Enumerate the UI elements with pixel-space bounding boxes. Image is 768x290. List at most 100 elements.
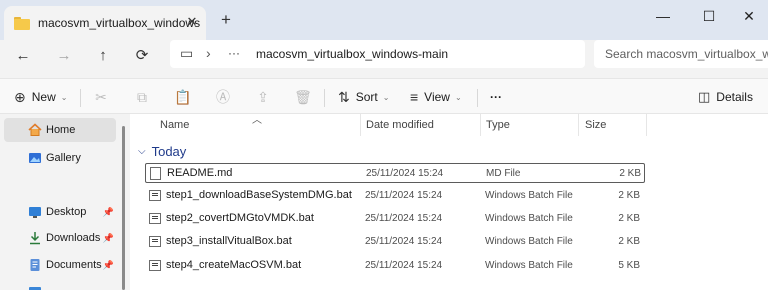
file-date: 25/11/2024 15:24 <box>366 168 444 179</box>
details-button-label: Details <box>716 90 753 104</box>
file-size: 2 KB <box>618 213 640 224</box>
share-icon[interactable]: ⇪ <box>254 88 272 106</box>
sidebar-scrollbar[interactable] <box>122 126 125 290</box>
view-list-icon: ≡ <box>410 89 419 105</box>
gallery-icon <box>29 153 41 163</box>
sidebar-item-pictures-partial[interactable] <box>4 280 116 290</box>
column-header-type[interactable]: Type <box>486 114 510 136</box>
file-icon <box>150 167 161 180</box>
download-icon <box>30 232 40 245</box>
file-size: 5 KB <box>618 260 640 271</box>
close-window-button[interactable]: ✕ <box>726 0 768 32</box>
back-button[interactable]: ← <box>12 44 34 66</box>
table-row[interactable]: step1_downloadBaseSystemDMG.bat 25/11/20… <box>145 186 645 206</box>
file-name: step4_createMacOSVM.bat <box>166 259 302 271</box>
file-name: README.md <box>167 167 233 179</box>
sidebar-item-label: Documents <box>46 259 102 271</box>
sort-ascending-icon: ︿ <box>252 115 262 126</box>
new-button[interactable]: ⊕ New ⌄ <box>14 85 67 109</box>
view-button[interactable]: ≡ View ⌄ <box>410 85 462 109</box>
up-button[interactable]: ↑ <box>92 44 114 66</box>
breadcrumb-chevron-icon[interactable]: › <box>206 45 211 61</box>
pin-icon[interactable]: 📌 <box>103 260 114 271</box>
home-icon <box>28 123 42 136</box>
divider <box>80 89 81 107</box>
copy-icon[interactable]: ⧉ <box>133 88 151 106</box>
sidebar-item-label: Downloads <box>46 232 101 244</box>
sidebar-item-label: Gallery <box>46 152 81 164</box>
refresh-button[interactable]: ⟳ <box>131 44 153 66</box>
file-date: 25/11/2024 15:24 <box>365 190 443 201</box>
breadcrumb-ellipsis[interactable]: ··· <box>228 46 240 60</box>
breadcrumb-current-folder[interactable]: macosvm_virtualbox_windows-main <box>256 47 448 61</box>
file-size: 2 KB <box>618 190 640 201</box>
column-divider[interactable] <box>360 114 361 136</box>
details-pane-icon: ◫ <box>698 89 711 104</box>
paste-icon[interactable]: 📋 <box>174 88 192 106</box>
group-header-today[interactable]: ⌵ Today <box>138 142 186 160</box>
column-divider[interactable] <box>646 114 647 136</box>
tab-title: macosvm_virtualbox_windows <box>38 16 201 30</box>
sort-button-label: Sort <box>355 90 378 104</box>
file-name: step1_downloadBaseSystemDMG.bat <box>166 189 352 201</box>
file-size: 2 KB <box>618 236 640 247</box>
file-list: Name ︿ Date modified Type Size ⌵ Today R… <box>130 114 768 290</box>
file-type: Windows Batch File <box>485 213 573 224</box>
title-bar: macosvm_virtualbox_windows ✕ + — ☐ ✕ <box>0 0 768 40</box>
file-date: 25/11/2024 15:24 <box>365 260 443 271</box>
batch-file-icon <box>149 190 161 201</box>
navigation-bar: ← → ↑ ⟳ ▭ › ··· macosvm_virtualbox_windo… <box>0 40 768 68</box>
this-pc-icon[interactable]: ▭ <box>180 45 193 62</box>
pin-icon[interactable]: 📌 <box>103 207 114 218</box>
details-button[interactable]: ◫ Details <box>698 85 753 109</box>
sidebar-item-gallery[interactable]: Gallery <box>4 146 116 170</box>
divider <box>477 89 478 107</box>
tab-close-icon[interactable]: ✕ <box>184 14 200 30</box>
table-row[interactable]: step4_createMacOSVM.bat 25/11/2024 15:24… <box>145 256 645 276</box>
delete-icon[interactable]: 🗑 <box>294 88 312 106</box>
sidebar-item-label: Home <box>46 124 76 136</box>
sidebar-item-documents[interactable]: Documents 📌 <box>4 253 116 277</box>
chevron-down-icon: ⌄ <box>454 92 462 102</box>
sidebar-item-home[interactable]: Home <box>4 118 116 142</box>
cut-icon[interactable]: ✂ <box>92 88 110 106</box>
column-divider[interactable] <box>578 114 579 136</box>
file-type: MD File <box>486 168 521 179</box>
search-input[interactable]: Search macosvm_virtualbox_win <box>594 40 768 68</box>
file-type: Windows Batch File <box>485 190 573 201</box>
pictures-icon <box>29 287 41 290</box>
more-options-button[interactable]: ··· <box>490 85 502 109</box>
file-name: step3_installVitualBox.bat <box>166 235 292 247</box>
navigation-pane: Home Gallery Desktop 📌 Downloads 📌 Docum… <box>0 114 130 290</box>
column-divider[interactable] <box>480 114 481 136</box>
plus-circle-icon: ⊕ <box>14 88 26 105</box>
minimize-button[interactable]: — <box>640 0 686 32</box>
table-row[interactable]: step3_installVitualBox.bat 25/11/2024 15… <box>145 232 645 252</box>
file-name: step2_covertDMGtoVMDK.bat <box>166 212 314 224</box>
column-header-date[interactable]: Date modified <box>366 114 434 136</box>
column-header-name[interactable]: Name <box>160 114 189 136</box>
forward-button[interactable]: → <box>53 44 75 66</box>
sort-icon: ⇅ <box>338 88 350 105</box>
batch-file-icon <box>149 260 161 271</box>
chevron-down-icon: ⌵ <box>138 145 146 157</box>
sidebar-item-downloads[interactable]: Downloads 📌 <box>4 226 116 250</box>
table-row[interactable]: README.md 25/11/2024 15:24 MD File 2 KB <box>145 163 645 183</box>
new-tab-button[interactable]: + <box>216 11 236 30</box>
file-date: 25/11/2024 15:24 <box>365 213 443 224</box>
view-button-label: View <box>424 90 450 104</box>
new-button-label: New <box>31 90 56 104</box>
chevron-down-icon: ⌄ <box>382 92 390 102</box>
group-label: Today <box>151 143 187 159</box>
column-header-size[interactable]: Size <box>585 114 606 136</box>
divider <box>324 89 325 107</box>
rename-icon[interactable]: Ⓐ <box>214 88 232 106</box>
address-bar[interactable]: ▭ › ··· macosvm_virtualbox_windows-main <box>170 40 585 68</box>
sidebar-item-desktop[interactable]: Desktop 📌 <box>4 200 116 224</box>
desktop-icon <box>29 207 41 218</box>
table-row[interactable]: step2_covertDMGtoVMDK.bat 25/11/2024 15:… <box>145 209 645 229</box>
tab-active[interactable]: macosvm_virtualbox_windows ✕ <box>4 6 206 40</box>
file-type: Windows Batch File <box>485 260 573 271</box>
pin-icon[interactable]: 📌 <box>103 233 114 244</box>
sort-button[interactable]: ⇅ Sort ⌄ <box>338 85 389 109</box>
